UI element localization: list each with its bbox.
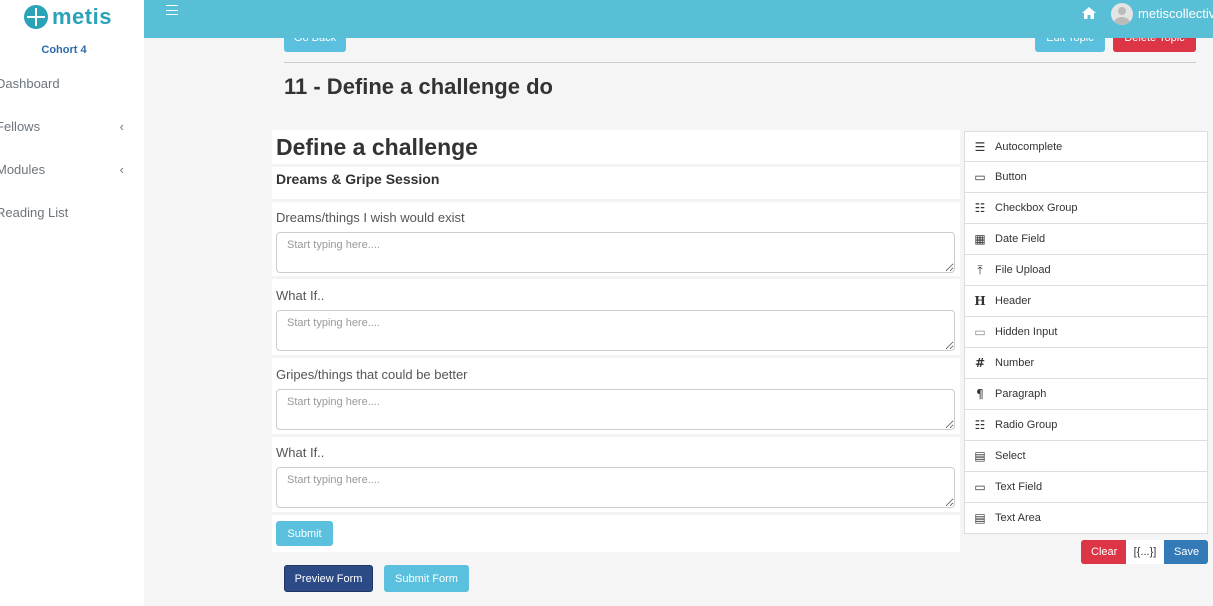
view-data-button[interactable]: [{...}] <box>1126 540 1164 564</box>
field-label: Gripes/things that could be better <box>276 367 468 382</box>
field-label: What If.. <box>276 445 325 460</box>
control-header[interactable]: H Header <box>964 286 1208 317</box>
divider <box>272 355 960 358</box>
field-label: Dreams/things I wish would exist <box>276 210 465 225</box>
home-icon[interactable] <box>1081 6 1097 20</box>
header-icon: H <box>974 294 986 308</box>
field-label: What If.. <box>276 288 325 303</box>
page-title: 11 - Define a challenge do <box>284 74 553 99</box>
submit-form-button[interactable]: Submit Form <box>384 565 469 592</box>
form-heading[interactable]: Define a challenge <box>276 134 478 161</box>
control-label: Radio Group <box>995 419 1058 431</box>
sidebar-item-label: Fellows <box>0 119 41 134</box>
text-area-icon: ▤ <box>974 511 986 525</box>
user-name[interactable]: metiscollective <box>1138 6 1213 21</box>
avatar[interactable] <box>1111 3 1133 25</box>
divider <box>272 434 960 437</box>
select-icon: ▤ <box>974 449 986 463</box>
control-date-field[interactable]: ▦ Date Field <box>964 224 1208 255</box>
sidebar-item-dashboard[interactable]: Dashboard <box>0 76 136 91</box>
clear-button[interactable]: Clear <box>1081 540 1126 564</box>
control-palette: ☰ Autocomplete ▭ Button ☷ Checkbox Group ▦ D… <box>964 131 1208 534</box>
control-label: Hidden Input <box>995 326 1058 338</box>
control-label: Date Field <box>995 233 1046 245</box>
gripes-textarea[interactable] <box>276 389 955 430</box>
control-select[interactable]: ▤ Select <box>964 441 1208 472</box>
sidebar-item-modules[interactable]: Modules ‹ <box>0 162 136 177</box>
control-label: Text Field <box>995 481 1043 493</box>
control-label: Select <box>995 450 1026 462</box>
edit-topic-button[interactable]: Edit Topic <box>1035 38 1105 52</box>
control-label: Checkbox Group <box>995 202 1078 214</box>
radio-group-icon: ☷ <box>974 418 986 432</box>
control-radio-group[interactable]: ☷ Radio Group <box>964 410 1208 441</box>
top-bar: metiscollective <box>144 0 1213 38</box>
form-actions: Clear [{...}] Save <box>1081 540 1208 564</box>
preview-form-button[interactable]: Preview Form <box>284 565 373 592</box>
sidebar-item-label: Dashboard <box>0 76 60 91</box>
button-icon: ▭ <box>974 170 986 184</box>
sidebar-item-label: Modules <box>0 162 46 177</box>
hidden-input-icon: ▭ <box>974 325 986 339</box>
control-checkbox-group[interactable]: ☷ Checkbox Group <box>964 193 1208 224</box>
delete-topic-button[interactable]: Delete Topic <box>1113 38 1196 52</box>
divider <box>284 62 1196 63</box>
logo-icon <box>24 5 48 29</box>
sidebar: metis Cohort 4 Dashboard Fellows ‹ Modul… <box>0 0 144 606</box>
go-back-button[interactable]: Go Back <box>284 38 346 52</box>
control-label: Number <box>995 357 1035 369</box>
control-text-area[interactable]: ▤ Text Area <box>964 503 1208 534</box>
brand-logo[interactable]: metis <box>24 4 112 30</box>
dreams-textarea[interactable] <box>276 232 955 273</box>
chevron-left-icon: ‹ <box>119 119 124 134</box>
what-if-textarea[interactable] <box>276 467 955 508</box>
what-if-textarea[interactable] <box>276 310 955 351</box>
upload-icon: ⤒ <box>977 262 983 277</box>
control-text-field[interactable]: ▭ Text Field <box>964 472 1208 503</box>
control-label: Button <box>995 171 1027 183</box>
divider <box>272 276 960 279</box>
text-field-icon: ▭ <box>974 480 986 494</box>
control-button[interactable]: ▭ Button <box>964 162 1208 193</box>
control-label: Paragraph <box>995 388 1047 400</box>
control-label: Header <box>995 295 1032 307</box>
calendar-icon: ▦ <box>974 232 986 246</box>
hash-icon: # <box>974 356 986 370</box>
control-number[interactable]: # Number <box>964 348 1208 379</box>
control-autocomplete[interactable]: ☰ Autocomplete <box>964 131 1208 162</box>
sidebar-item-fellows[interactable]: Fellows ‹ <box>0 119 136 134</box>
sidebar-item-label: Reading List <box>0 205 69 220</box>
sidebar-item-reading-list[interactable]: Reading List <box>0 205 136 220</box>
brand-name: metis <box>52 4 112 29</box>
control-label: Text Area <box>995 512 1041 524</box>
autocomplete-icon: ☰ <box>974 139 986 154</box>
submit-button[interactable]: Submit <box>276 521 333 546</box>
chevron-left-icon: ‹ <box>119 162 124 177</box>
form-stage: Define a challenge Dreams & Gripe Sessio… <box>272 130 960 552</box>
form-subheading[interactable]: Dreams & Gripe Session <box>276 171 439 187</box>
control-label: Autocomplete <box>995 140 1063 153</box>
control-paragraph[interactable]: ¶ Paragraph <box>964 379 1208 410</box>
paragraph-icon: ¶ <box>976 387 984 401</box>
cohort-label: Cohort 4 <box>41 44 87 56</box>
control-file-upload[interactable]: ⤒ File Upload <box>964 255 1208 286</box>
control-hidden-input[interactable]: ▭ Hidden Input <box>964 317 1208 348</box>
control-label: File Upload <box>995 264 1051 276</box>
checkbox-group-icon: ☷ <box>974 201 986 215</box>
save-button[interactable]: Save <box>1164 540 1208 564</box>
divider <box>272 199 960 202</box>
divider <box>272 512 960 515</box>
divider <box>272 164 960 167</box>
hamburger-menu-icon[interactable] <box>166 5 178 15</box>
